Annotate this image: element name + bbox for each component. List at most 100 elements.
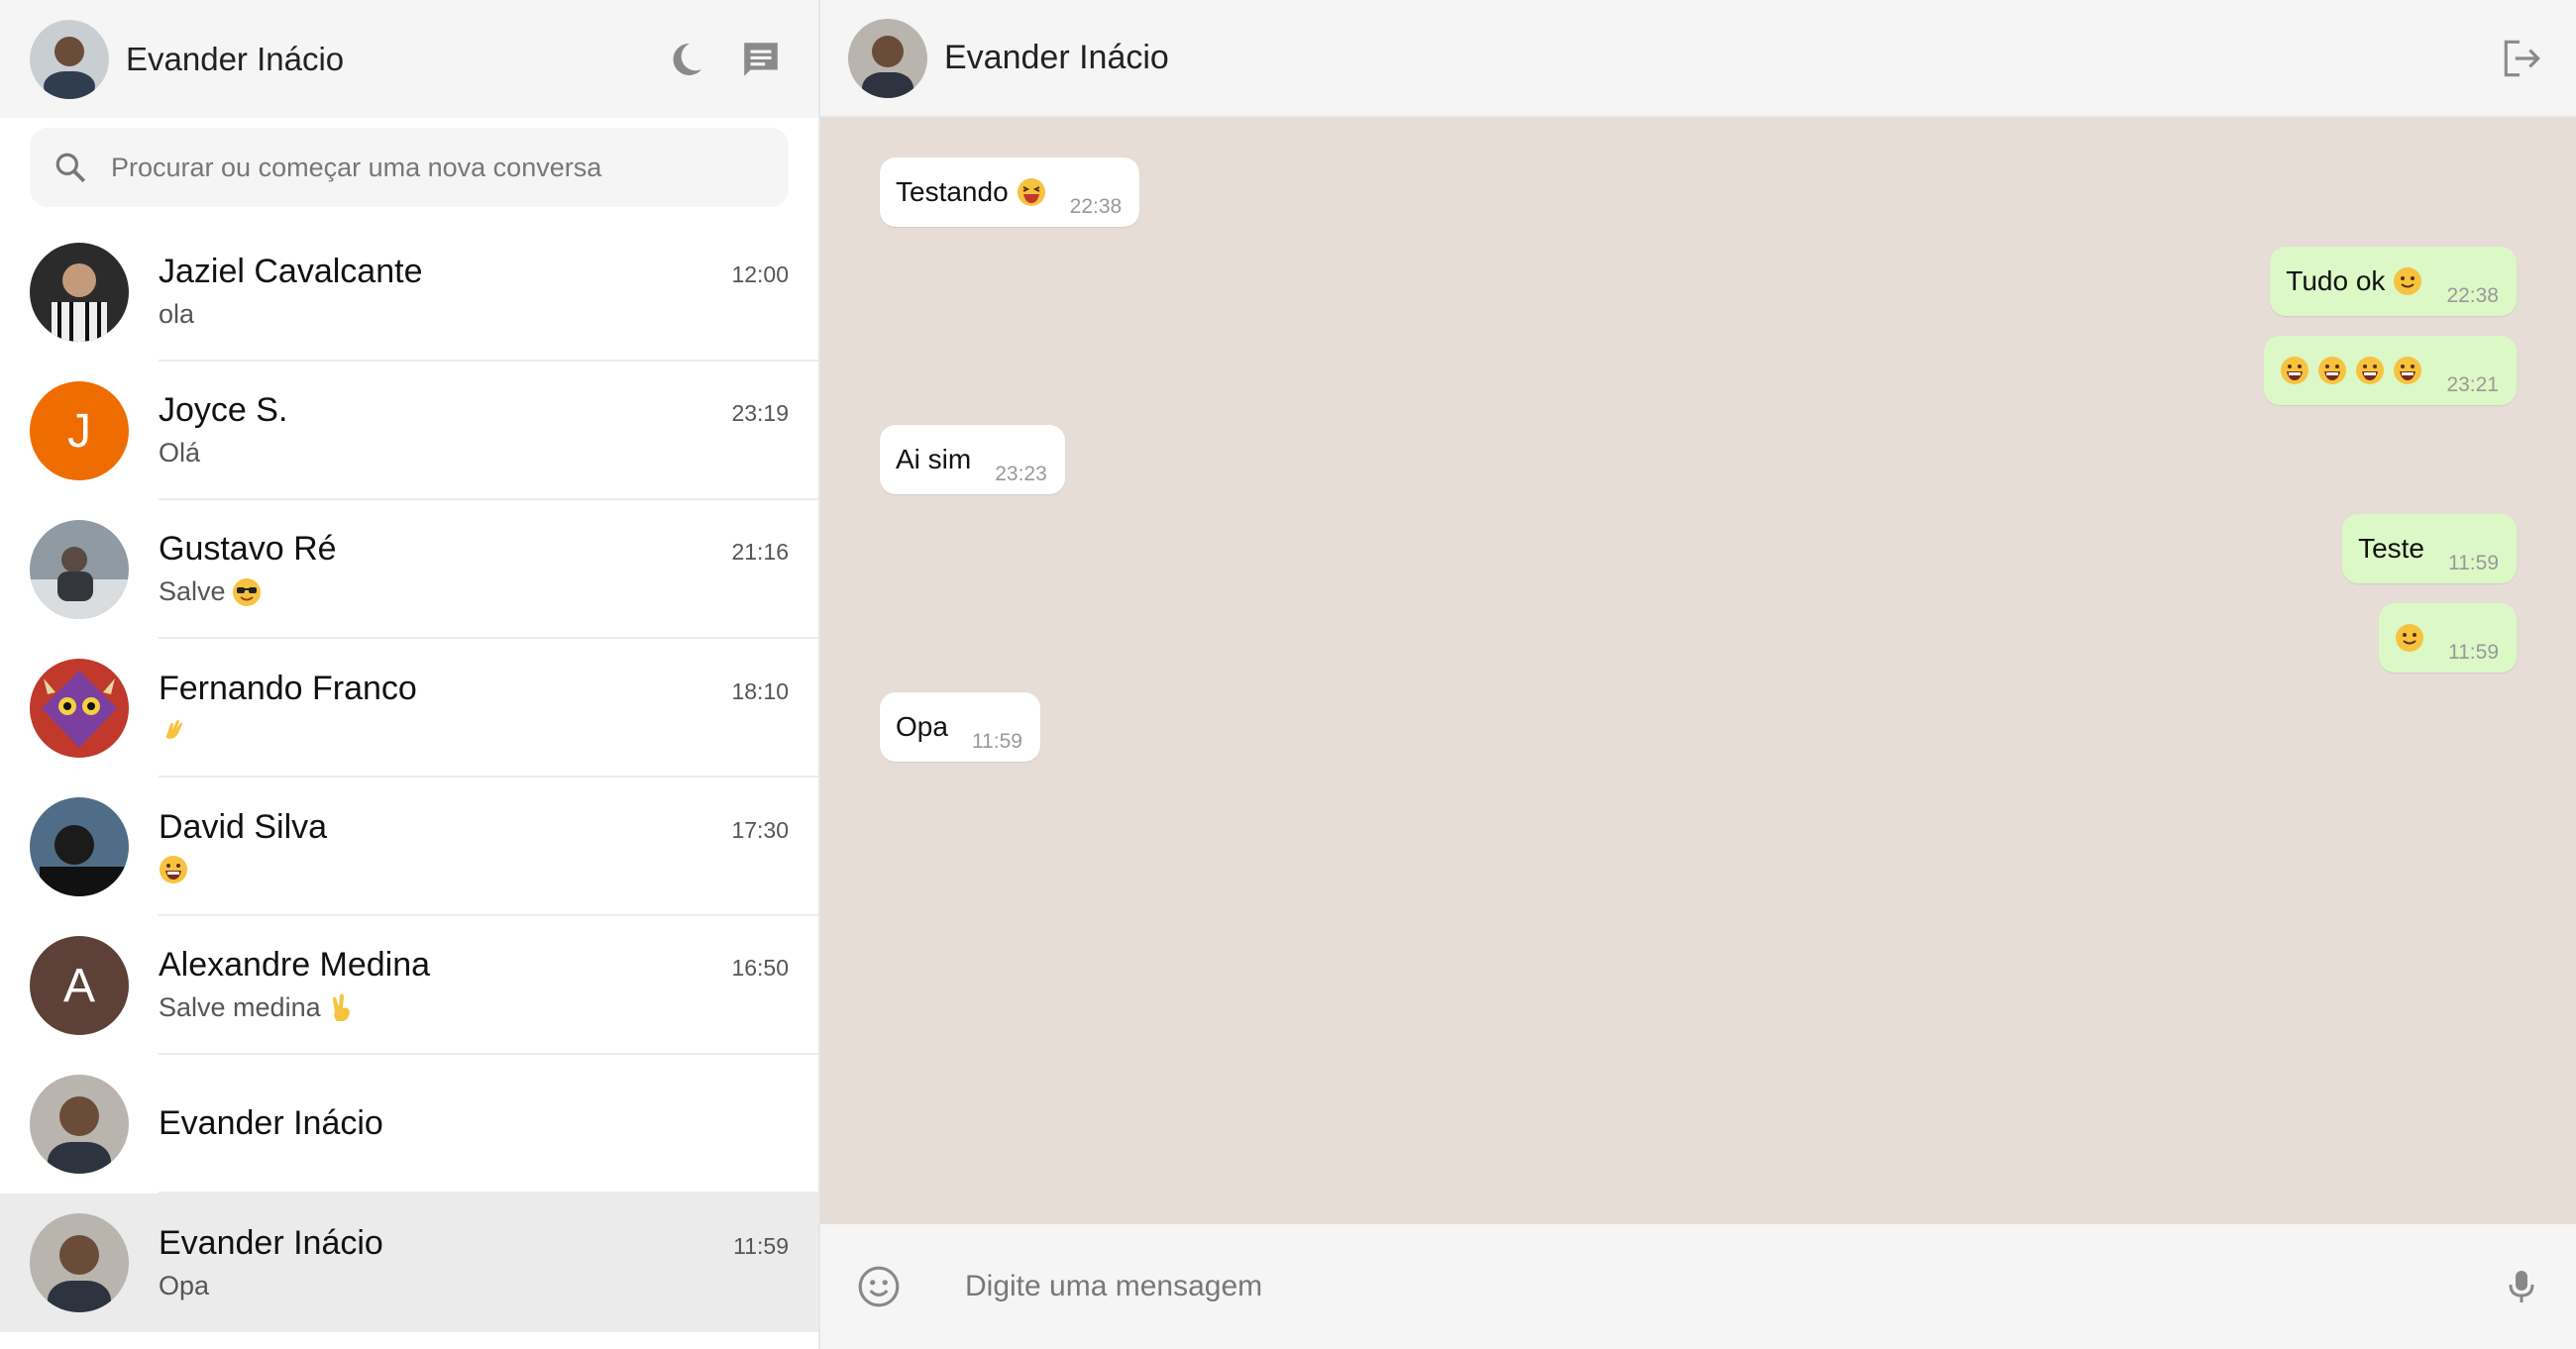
chat-last-message: Opa xyxy=(159,1271,789,1301)
sidebar-header: Evander Inácio xyxy=(0,0,818,118)
search-icon xyxy=(55,153,86,183)
message-text: Teste xyxy=(2358,533,2424,564)
chat-info: Evander Inácio 11:59 Opa xyxy=(159,1193,818,1332)
chat-last-message: Salve xyxy=(159,576,789,607)
chat-last-message: Salve medina xyxy=(159,992,789,1023)
chat-name: Evander Inácio xyxy=(159,1103,383,1142)
message-icon xyxy=(744,42,778,76)
chat-list-item[interactable]: J Joyce S. 23:19 Olá xyxy=(0,362,818,500)
search-box xyxy=(30,128,789,207)
chat-header: Evander Inácio xyxy=(820,0,2576,118)
chat-contact-avatar[interactable] xyxy=(848,18,927,98)
grinning-face-emoji-icon xyxy=(2318,357,2347,384)
chat-list-item[interactable]: David Silva 17:30 xyxy=(0,778,818,916)
message-text: Testando xyxy=(896,176,1046,208)
message-bubble-incoming[interactable]: Ai sim 23:23 xyxy=(880,425,1065,494)
message-bubble-outgoing[interactable]: 11:59 xyxy=(2379,603,2517,673)
chat-info: Jaziel Cavalcante 12:00 ola xyxy=(159,223,818,362)
avatar-letter: A xyxy=(62,959,95,1012)
message-composer xyxy=(820,1224,2576,1349)
message-bubble-outgoing[interactable]: Tudo ok 22:38 xyxy=(2270,247,2517,316)
microphone-icon xyxy=(2509,1271,2534,1302)
message-time: 22:38 xyxy=(1069,195,1123,218)
chat-contact-name: Evander Inácio xyxy=(944,39,1169,76)
theme-toggle-button[interactable] xyxy=(658,32,713,87)
message-row: 11:59 xyxy=(880,603,2517,673)
contact-avatar: J xyxy=(30,381,129,480)
chat-list-item[interactable]: A Alexandre Medina 16:50 Salve medina xyxy=(0,916,818,1055)
app-root: Evander Inácio Jaziel Cav xyxy=(0,0,2576,1349)
user-avatar[interactable] xyxy=(30,19,109,99)
chat-last-message xyxy=(159,855,789,884)
logout-button[interactable] xyxy=(2497,34,2546,83)
chat-name: Joyce S. xyxy=(159,391,288,429)
message-input[interactable] xyxy=(963,1269,2497,1304)
contact-avatar xyxy=(30,1213,129,1312)
chat-last-message xyxy=(159,716,789,746)
logout-icon xyxy=(2504,40,2540,76)
chat-name: Alexandre Medina xyxy=(159,946,431,984)
chat-list: Jaziel Cavalcante 12:00 ola J Joyce S. 2… xyxy=(0,223,818,1349)
chat-info: Joyce S. 23:19 Olá xyxy=(159,362,818,500)
chat-list-item[interactable]: Evander Inácio xyxy=(0,1055,818,1193)
message-text-content: Tudo ok xyxy=(2286,265,2386,296)
message-text: Ai sim xyxy=(896,444,972,474)
message-text xyxy=(2395,623,2424,653)
last-message-text: Salve medina xyxy=(159,992,321,1022)
last-message-text: Olá xyxy=(159,438,201,467)
waving-hand-emoji-icon xyxy=(166,719,182,739)
chat-info: Fernando Franco 18:10 xyxy=(159,639,818,778)
grinning-face-emoji-icon xyxy=(160,855,187,883)
chat-list-item[interactable]: Gustavo Ré 21:16 Salve xyxy=(0,500,818,639)
contact-avatar xyxy=(30,1075,129,1174)
message-text: Tudo ok xyxy=(2286,265,2422,297)
chat-list-item-active[interactable]: Evander Inácio 11:59 Opa xyxy=(0,1193,818,1332)
message-time: 11:59 xyxy=(2448,641,2499,664)
moon-icon xyxy=(673,43,701,75)
message-time: 23:23 xyxy=(995,463,1047,485)
grinning-face-emoji-icon xyxy=(2356,357,2385,384)
chat-name: Fernando Franco xyxy=(159,669,417,707)
message-time: 11:59 xyxy=(2448,552,2499,574)
message-time: 23:21 xyxy=(2446,373,2499,396)
message-row: Teste 11:59 xyxy=(880,514,2517,583)
grinning-face-emoji-icon xyxy=(2394,357,2422,384)
message-time: 22:38 xyxy=(2446,284,2499,307)
message-row: Testando 22:38 xyxy=(880,157,2517,227)
emoji-picker-icon xyxy=(858,1266,900,1307)
victory-hand-emoji-icon xyxy=(332,993,350,1021)
new-chat-button[interactable] xyxy=(733,32,789,87)
chat-time: 17:30 xyxy=(731,816,789,843)
message-list: Testando 22:38 Tudo ok 22:38 23:21 Ai si… xyxy=(820,118,2576,1224)
message-row: Opa 11:59 xyxy=(880,692,2517,762)
chat-time: 21:16 xyxy=(731,539,789,565)
chat-name: Gustavo Ré xyxy=(159,530,337,568)
chat-info: Gustavo Ré 21:16 Salve xyxy=(159,500,818,639)
message-row: Tudo ok 22:38 xyxy=(880,247,2517,316)
message-bubble-incoming[interactable]: Opa 11:59 xyxy=(880,692,1040,762)
smiling-face-emoji-icon xyxy=(2394,267,2422,295)
chat-info: David Silva 17:30 xyxy=(159,778,818,916)
message-bubble-outgoing[interactable]: Teste 11:59 xyxy=(2342,514,2517,583)
sunglasses-emoji-icon xyxy=(232,577,261,606)
last-message-text: ola xyxy=(159,299,195,329)
contact-avatar xyxy=(30,797,129,896)
chat-window: Evander Inácio Testando 22:38 Tudo ok 22… xyxy=(820,0,2576,1349)
contact-avatar xyxy=(30,520,129,619)
message-bubble-incoming[interactable]: Testando 22:38 xyxy=(880,157,1140,227)
message-row: 23:21 xyxy=(880,336,2517,405)
chat-time: 16:50 xyxy=(731,955,789,981)
contact-avatar xyxy=(30,243,129,342)
chat-name: Evander Inácio xyxy=(159,1224,383,1262)
chat-last-message: Olá xyxy=(159,438,789,468)
chat-info: Evander Inácio xyxy=(159,1055,818,1193)
search-input[interactable] xyxy=(109,151,765,184)
chat-last-message: ola xyxy=(159,299,789,330)
search-wrap xyxy=(0,118,818,223)
chat-list-item[interactable]: Jaziel Cavalcante 12:00 ola xyxy=(0,223,818,362)
chat-list-item[interactable]: Fernando Franco 18:10 xyxy=(0,639,818,778)
chat-name: David Silva xyxy=(159,807,328,846)
message-bubble-outgoing[interactable]: 23:21 xyxy=(2264,336,2517,405)
microphone-button[interactable] xyxy=(2497,1262,2546,1311)
emoji-picker-button[interactable] xyxy=(854,1262,904,1311)
